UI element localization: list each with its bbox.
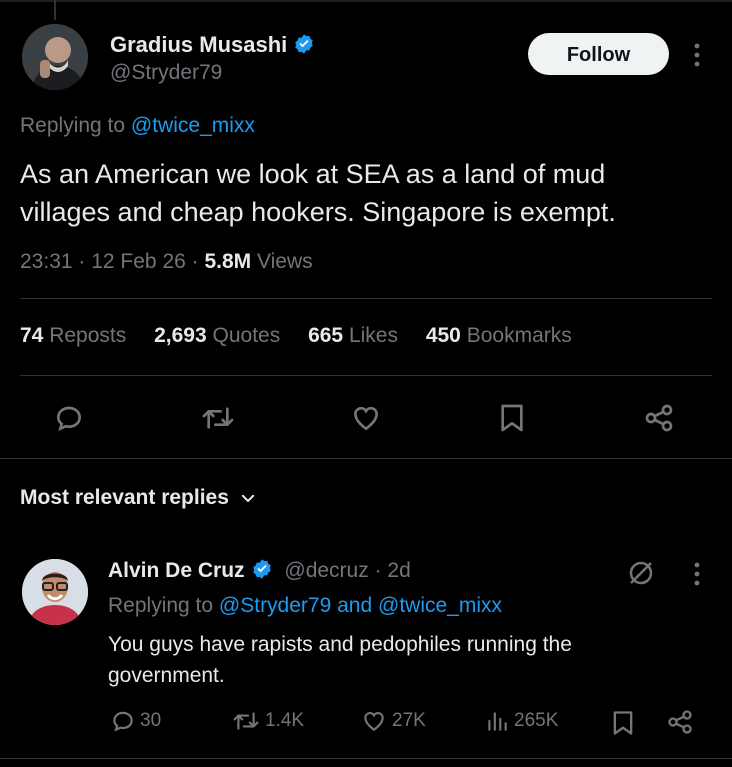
repost-icon	[231, 708, 261, 734]
author-avatar[interactable]	[22, 24, 88, 90]
bookmarks-label: Bookmarks	[466, 324, 572, 347]
tweet-date[interactable]: 12 Feb 26	[91, 250, 186, 273]
grok-icon[interactable]	[626, 558, 656, 588]
quotes-count: 2,693	[154, 324, 207, 347]
thread-connector	[54, 0, 56, 20]
reply-and: and	[337, 594, 373, 617]
tweet-meta: 23:31 · 12 Feb 26 · 5.8M Views	[20, 250, 313, 273]
author-name[interactable]: Gradius Musashi	[110, 32, 287, 57]
replying-handle-link[interactable]: @twice_mixx	[131, 114, 255, 137]
views-label: Views	[257, 250, 313, 273]
reply-author-handle[interactable]: @decruz	[284, 559, 368, 582]
bookmarks-count: 450	[425, 324, 461, 347]
reply-text: You guys have rapists and pedophiles run…	[108, 629, 668, 691]
divider	[0, 758, 732, 759]
verified-badge-icon	[293, 33, 315, 55]
reply-like-action[interactable]: 27K	[360, 708, 426, 734]
reply-reply-action[interactable]: 30	[110, 708, 161, 734]
reply-count: 30	[140, 710, 162, 731]
quotes-stat[interactable]: 2,693 Quotes	[154, 324, 280, 347]
author-handle[interactable]: @Stryder79	[110, 61, 222, 85]
reply-icon[interactable]	[53, 402, 85, 434]
verified-badge-icon	[251, 558, 273, 580]
replies-sort-label: Most relevant replies	[20, 486, 229, 509]
likes-label: Likes	[348, 324, 398, 347]
divider	[20, 298, 712, 299]
reply-repost-action[interactable]: 1.4K	[231, 708, 304, 734]
views-icon	[484, 708, 510, 734]
replying-prefix: Replying to	[20, 114, 126, 137]
reply-header: Alvin De Cruz @decruz · 2d	[108, 558, 411, 582]
chevron-down-icon	[239, 489, 257, 507]
view-count: 265K	[514, 710, 559, 731]
tweet-text: As an American we look at SEA as a land …	[20, 155, 710, 231]
reply-handle-link-1[interactable]: @Stryder79	[219, 594, 331, 617]
reply-replying-prefix: Replying to	[108, 594, 214, 617]
like-count: 27K	[392, 710, 426, 731]
reply-text-line: government.	[108, 664, 225, 687]
tweet-text-line: As an American we look at SEA as a land …	[20, 159, 606, 189]
bookmarks-stat[interactable]: 450 Bookmarks	[426, 324, 572, 347]
likes-stat[interactable]: 665 Likes	[308, 324, 398, 347]
reply-replying-to: Replying to @Stryder79 and @twice_mixx	[108, 594, 502, 618]
divider	[20, 375, 712, 376]
reply-more-icon[interactable]	[690, 561, 704, 587]
reply-views-action[interactable]: 265K	[484, 708, 558, 734]
views-count: 5.8M	[204, 250, 252, 273]
reposts-stat[interactable]: 74 Reposts	[20, 324, 126, 347]
repost-count: 1.4K	[265, 710, 305, 731]
top-divider	[0, 0, 732, 2]
reposts-count: 74	[20, 324, 44, 347]
replying-to: Replying to @twice_mixx	[20, 114, 255, 138]
tweet-time[interactable]: 23:31	[20, 250, 73, 273]
reply-share-icon[interactable]	[666, 708, 694, 736]
engagement-stats: 74 Reposts 2,693 Quotes 665 Likes 450 Bo…	[20, 324, 594, 348]
follow-button[interactable]: Follow	[528, 33, 669, 75]
reposts-label: Reposts	[49, 324, 127, 347]
reply-author-avatar[interactable]	[22, 559, 88, 625]
reply-bookmark-icon[interactable]	[611, 709, 635, 737]
divider	[0, 458, 732, 459]
repost-icon[interactable]	[200, 402, 236, 434]
reply-author-name[interactable]: Alvin De Cruz	[108, 559, 245, 582]
reply-icon	[110, 708, 136, 734]
author-name-row[interactable]: Gradius Musashi	[110, 32, 315, 58]
reply-text-line: You guys have rapists and pedophiles run…	[108, 633, 572, 656]
like-icon	[360, 708, 388, 734]
quotes-label: Quotes	[212, 324, 281, 347]
share-icon[interactable]	[642, 402, 676, 434]
like-icon[interactable]	[349, 402, 383, 434]
reply-age[interactable]: 2d	[387, 559, 410, 582]
tweet-text-line: villages and cheap hookers. Singapore is…	[20, 197, 616, 227]
likes-count: 665	[308, 324, 344, 347]
bookmark-icon[interactable]	[498, 402, 526, 434]
reply-handle-link-2[interactable]: @twice_mixx	[378, 594, 502, 617]
more-icon[interactable]	[690, 42, 704, 68]
replies-sort-dropdown[interactable]: Most relevant replies	[20, 486, 257, 510]
